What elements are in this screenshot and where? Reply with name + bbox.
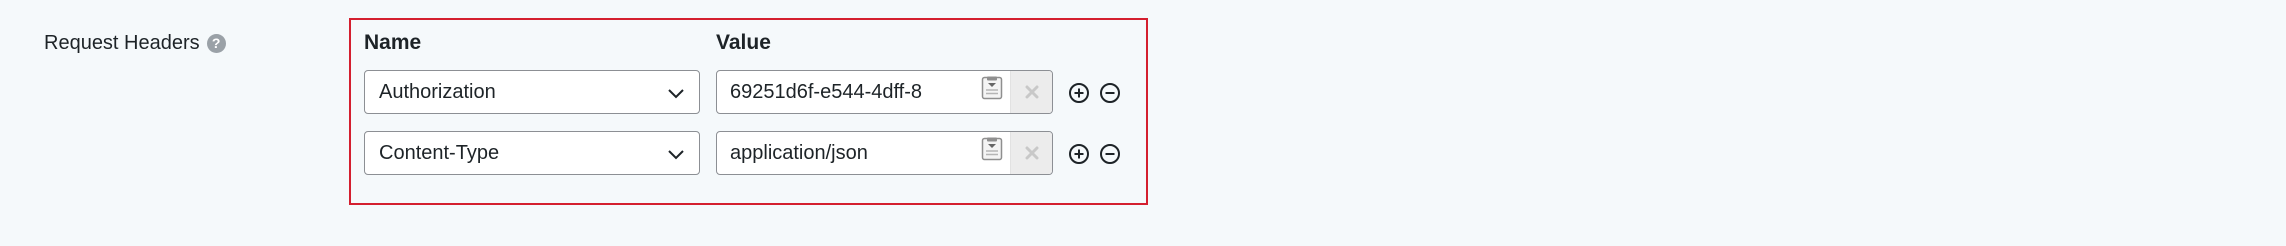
close-icon <box>1025 85 1038 99</box>
request-headers-label: Request Headers ? <box>44 28 226 58</box>
chevron-down-icon <box>668 150 684 160</box>
minus-circle-icon[interactable] <box>1099 82 1121 104</box>
value-column-header: Value <box>716 31 771 54</box>
header-row: Authorization 69251d6f-e544-4dff-8 <box>364 70 1144 114</box>
header-value-text: 69251d6f-e544-4dff-8 <box>730 81 923 103</box>
clear-value-button[interactable] <box>1010 132 1052 174</box>
header-name-selected-value: Authorization <box>379 80 496 103</box>
header-value-input[interactable]: application/json <box>716 131 1053 175</box>
header-name-select[interactable]: Content-Type <box>364 131 700 175</box>
plus-circle-icon[interactable] <box>1068 143 1090 165</box>
header-name-select[interactable]: Authorization <box>364 70 700 114</box>
name-column-header: Name <box>364 31 422 54</box>
header-name-selected-value: Content-Type <box>379 141 500 164</box>
question-circle-icon[interactable]: ? <box>206 33 226 53</box>
chevron-down-icon <box>668 89 684 99</box>
header-value-text: application/json <box>730 142 868 164</box>
clipboard-icon[interactable] <box>981 76 1003 100</box>
clipboard-icon[interactable] <box>981 137 1003 161</box>
header-row: Content-Type application/json <box>364 131 1144 175</box>
request-headers-label-text: Request Headers <box>44 32 200 54</box>
clear-value-button[interactable] <box>1010 71 1052 113</box>
header-value-input[interactable]: 69251d6f-e544-4dff-8 <box>716 70 1053 114</box>
request-headers-panel: Request Headers ? Name Value Authorizati… <box>0 0 2286 246</box>
plus-circle-icon[interactable] <box>1068 82 1090 104</box>
minus-circle-icon[interactable] <box>1099 143 1121 165</box>
close-icon <box>1025 146 1038 160</box>
